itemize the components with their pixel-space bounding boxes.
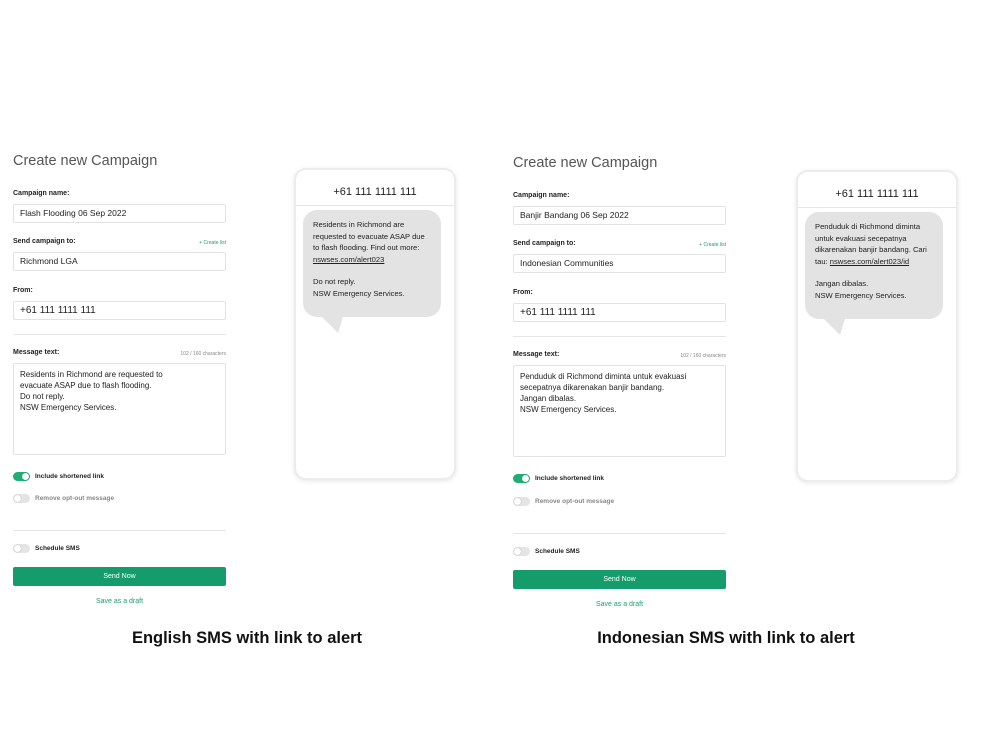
from-label: From: [13, 287, 33, 294]
character-count: 102 / 160 characters [180, 351, 226, 357]
campaign-form: Create new Campaign Campaign name: Banji… [513, 152, 726, 608]
opt-out-toggle[interactable] [513, 496, 530, 506]
caption: English SMS with link to alert [131, 629, 363, 647]
send-to-input[interactable]: Indonesian Communities [513, 254, 726, 273]
schedule-label: Schedule SMS [35, 544, 80, 552]
message-textarea[interactable]: Residents in Richmond are requested to e… [13, 363, 226, 455]
sms-signature: NSW Emergency Services. [815, 290, 907, 300]
sms-alert-link[interactable]: nswses.com/alert023/id [830, 257, 909, 266]
sms-signature: NSW Emergency Services. [313, 288, 405, 298]
opt-out-label: Remove opt-out message [535, 497, 615, 505]
caption: Indonesian SMS with link to alert [597, 629, 855, 647]
character-count: 102 / 160 characters [680, 353, 726, 359]
include-link-toggle[interactable] [13, 471, 30, 481]
campaign-form: Create new Campaign Campaign name: Flash… [13, 150, 226, 605]
english-campaign-panel: Create new Campaign Campaign name: Flash… [0, 0, 500, 750]
indonesian-campaign-panel: Create new Campaign Campaign name: Banji… [500, 0, 1000, 750]
message-textarea[interactable]: Penduduk di Richmond diminta untuk evaku… [513, 365, 726, 457]
page-title: Create new Campaign [513, 155, 658, 171]
sms-bubble: Residents in Richmond are requested to e… [303, 210, 441, 317]
save-draft-link[interactable]: Save as a draft [13, 598, 226, 605]
from-input[interactable]: +61 111 1111 111 [13, 301, 226, 320]
send-now-button[interactable]: Send Now [513, 570, 726, 589]
divider [513, 533, 726, 534]
from-input[interactable]: +61 111 1111 111 [513, 303, 726, 322]
create-list-link[interactable]: + Create list [199, 240, 226, 246]
campaign-name-label: Campaign name: [513, 192, 570, 199]
opt-out-row[interactable]: Remove opt-out message [13, 492, 114, 504]
include-link-toggle[interactable] [513, 473, 530, 483]
campaign-name-label: Campaign name: [13, 190, 70, 197]
from-label: From: [513, 289, 533, 296]
schedule-label: Schedule SMS [535, 547, 580, 555]
save-draft-link[interactable]: Save as a draft [513, 601, 726, 608]
include-link-label: Include shortened link [35, 472, 104, 480]
sender-number: +61 111 1111 111 [798, 172, 956, 208]
send-now-button[interactable]: Send Now [13, 567, 226, 586]
schedule-row[interactable]: Schedule SMS [513, 545, 580, 557]
opt-out-row[interactable]: Remove opt-out message [513, 495, 614, 507]
divider [13, 530, 226, 531]
create-list-link[interactable]: + Create list [699, 242, 726, 248]
schedule-toggle[interactable] [13, 543, 30, 553]
include-link-row[interactable]: Include shortened link [13, 470, 104, 482]
include-link-row[interactable]: Include shortened link [513, 472, 604, 484]
page-title: Create new Campaign [13, 153, 158, 169]
sms-no-reply: Do not reply. [313, 277, 356, 286]
divider [513, 336, 726, 337]
schedule-row[interactable]: Schedule SMS [13, 542, 80, 554]
sms-bubble: Penduduk di Richmond diminta untuk evaku… [805, 212, 943, 319]
sms-text: Residents in Richmond are requested to e… [313, 220, 425, 252]
phone-preview: +61 111 1111 111 Residents in Richmond a… [294, 168, 456, 480]
message-label: Message text: [513, 351, 560, 358]
message-label: Message text: [13, 349, 60, 356]
divider [13, 334, 226, 335]
sender-number: +61 111 1111 111 [296, 170, 454, 206]
phone-preview: +61 111 1111 111 Penduduk di Richmond di… [796, 170, 958, 482]
schedule-toggle[interactable] [513, 546, 530, 556]
send-to-input[interactable]: Richmond LGA [13, 252, 226, 271]
sms-no-reply: Jangan dibalas. [815, 279, 869, 288]
opt-out-label: Remove opt-out message [35, 494, 115, 502]
opt-out-toggle[interactable] [13, 493, 30, 503]
sms-alert-link[interactable]: nswses.com/alert023 [313, 255, 384, 264]
include-link-label: Include shortened link [535, 474, 604, 482]
send-to-label: Send campaign to: [513, 240, 576, 247]
campaign-name-input[interactable]: Banjir Bandang 06 Sep 2022 [513, 206, 726, 225]
send-to-label: Send campaign to: [13, 238, 76, 245]
campaign-name-input[interactable]: Flash Flooding 06 Sep 2022 [13, 204, 226, 223]
